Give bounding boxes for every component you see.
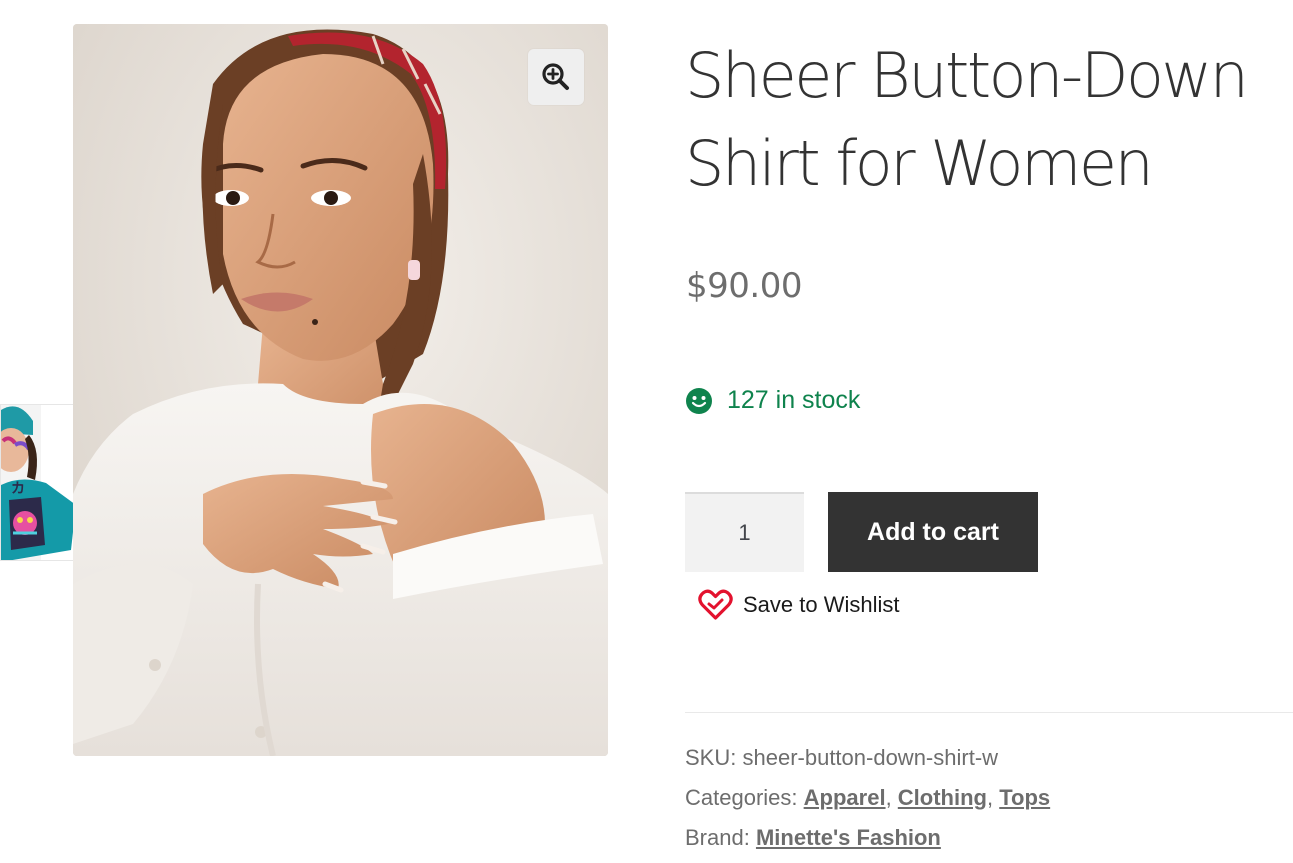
product-title-line1: Sheer Button-Down bbox=[685, 39, 1249, 112]
wishlist-label: Save to Wishlist bbox=[743, 592, 900, 617]
product-title-line2: Shirt for Women bbox=[685, 127, 1154, 200]
quantity-input[interactable] bbox=[685, 492, 804, 572]
smile-icon bbox=[686, 387, 712, 414]
product-title: Sheer Button-Down Shirt for Women bbox=[685, 32, 1285, 208]
summary-divider bbox=[685, 712, 1293, 713]
category-link-apparel[interactable]: Apparel bbox=[804, 785, 886, 810]
categories-label: Categories: bbox=[685, 785, 798, 810]
product-main-image[interactable] bbox=[73, 24, 608, 756]
sku-label: SKU: bbox=[685, 745, 737, 770]
zoom-in-icon bbox=[542, 63, 569, 90]
gallery-thumbnail[interactable]: カ bbox=[0, 404, 79, 561]
product-brand: Brand: Minette's Fashion bbox=[685, 825, 941, 851]
add-to-cart-button[interactable]: Add to cart bbox=[828, 492, 1038, 572]
category-link-clothing[interactable]: Clothing bbox=[898, 785, 987, 810]
save-to-wishlist-button[interactable]: Save to Wishlist bbox=[698, 589, 900, 621]
product-categories: Categories: Apparel, Clothing, Tops bbox=[685, 785, 1051, 810]
svg-text:カ: カ bbox=[11, 481, 25, 497]
product-photo bbox=[73, 24, 608, 756]
category-link-tops[interactable]: Tops bbox=[999, 785, 1050, 810]
product-sku: SKU: sheer-button-down-shirt-w bbox=[685, 745, 998, 771]
brand-link[interactable]: Minette's Fashion bbox=[756, 825, 941, 850]
zoom-button[interactable] bbox=[528, 49, 584, 105]
product-price: $90.00 bbox=[686, 266, 802, 306]
brand-label: Brand: bbox=[685, 825, 750, 850]
stock-status: 127 in stock bbox=[685, 386, 860, 415]
sku-value: sheer-button-down-shirt-w bbox=[742, 745, 999, 770]
thumbnail-image: カ bbox=[1, 405, 78, 560]
stock-text: 127 in stock bbox=[727, 386, 861, 414]
heart-icon bbox=[698, 589, 733, 620]
